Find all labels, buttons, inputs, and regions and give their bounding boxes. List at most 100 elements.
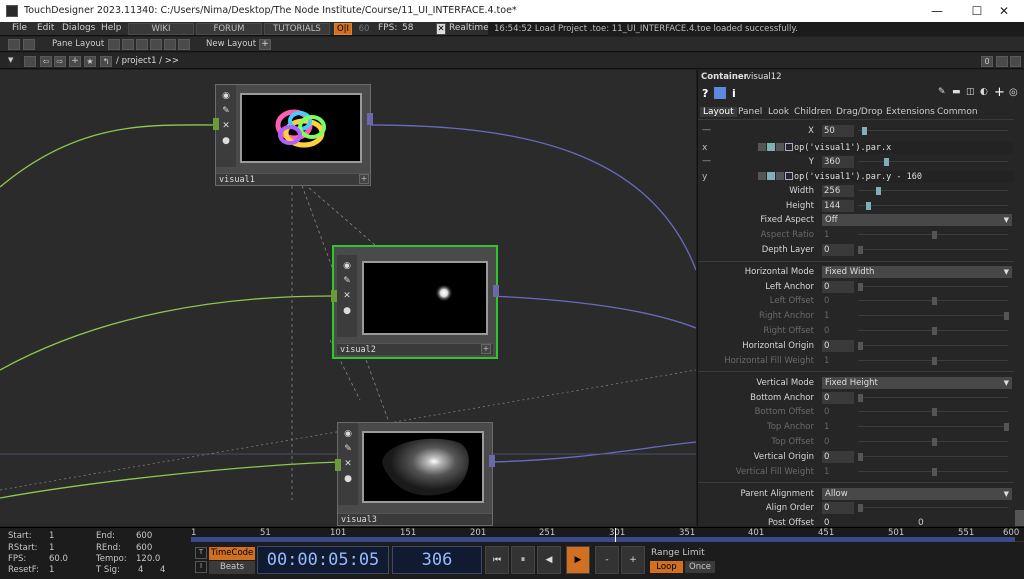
- node-name-visual1[interactable]: visual1: [216, 173, 370, 185]
- param-height-slider[interactable]: [858, 202, 1008, 210]
- tab-children[interactable]: Children: [794, 107, 831, 117]
- pane-split-icon[interactable]: [996, 56, 1008, 67]
- param-left-anchor[interactable]: Left Anchor 0: [698, 280, 1014, 294]
- mode-bind-icon[interactable]: [785, 172, 793, 180]
- input-connector[interactable]: [331, 290, 337, 302]
- bypass-icon[interactable]: ✕: [342, 291, 352, 301]
- param-left-anchor-slider[interactable]: [858, 283, 1008, 291]
- lock-icon[interactable]: ●: [342, 306, 352, 316]
- pane-home-icon[interactable]: [23, 39, 35, 50]
- node-name-visual2[interactable]: visual2: [337, 343, 493, 355]
- playhead[interactable]: [615, 528, 616, 542]
- param-y-expr[interactable]: op('visual1').par.y - 160: [794, 171, 1014, 183]
- edit-icon[interactable]: ✎: [938, 87, 946, 97]
- param-horizontal-origin-value[interactable]: 0: [822, 340, 854, 352]
- param-bottom-anchor-slider[interactable]: [858, 394, 1008, 402]
- node-add-button[interactable]: +: [481, 344, 491, 354]
- viewer-icon[interactable]: ◉: [342, 261, 352, 271]
- rend-value[interactable]: 600: [136, 543, 152, 553]
- info-icon[interactable]: i: [732, 87, 736, 100]
- param-vertical-origin-slider[interactable]: [858, 453, 1008, 461]
- param-vertical-origin-value[interactable]: 0: [822, 451, 854, 463]
- lock-icon[interactable]: ●: [343, 474, 353, 484]
- mode-constant-icon[interactable]: [758, 143, 766, 151]
- pin-icon[interactable]: ✎: [221, 106, 231, 116]
- param-depth-layer-slider[interactable]: [858, 246, 1008, 254]
- pin-icon[interactable]: ✎: [342, 276, 352, 286]
- comment-icon[interactable]: ▬: [952, 87, 961, 97]
- tsig-denominator[interactable]: 4: [160, 565, 165, 575]
- bypass-icon[interactable]: ✕: [221, 121, 231, 131]
- add-layout-button[interactable]: +: [259, 39, 271, 50]
- param-x-expr[interactable]: op('visual1').par.x: [794, 142, 1014, 154]
- param-vertical-mode[interactable]: Vertical Mode Fixed Height ▼: [698, 376, 1014, 390]
- mode-export-icon[interactable]: [776, 143, 784, 151]
- tab-layout[interactable]: Layout: [700, 107, 737, 117]
- node-add-button[interactable]: +: [359, 174, 369, 184]
- python-help-icon[interactable]: [714, 87, 726, 99]
- param-height-value[interactable]: 144: [822, 200, 854, 212]
- menu-dialogs[interactable]: Dialogs: [62, 23, 95, 33]
- add-icon[interactable]: +: [69, 56, 81, 67]
- param-y-slider[interactable]: [858, 158, 1008, 166]
- mode-export-icon[interactable]: [776, 172, 784, 180]
- param-align-order[interactable]: Align Order 0: [698, 501, 1014, 515]
- network-editor[interactable]: ◉ ✎ ✕ ● visual1 + ◉ ✎ ✕ ● visual2 + ◉ ✎ …: [0, 70, 696, 526]
- bookmark-star-icon[interactable]: ★: [84, 56, 96, 67]
- pane-menu-icon[interactable]: ▼: [8, 56, 20, 67]
- param-x-value[interactable]: 50: [822, 125, 854, 137]
- mode-expression-icon[interactable]: [767, 172, 775, 180]
- settings-icon[interactable]: ◎: [1009, 87, 1018, 98]
- input-connector[interactable]: [213, 118, 219, 130]
- step-forward-button[interactable]: +: [621, 546, 645, 574]
- step-back-button[interactable]: -: [595, 546, 619, 574]
- add-parameter-icon[interactable]: +: [994, 85, 1005, 100]
- rstart-value[interactable]: 1: [49, 543, 54, 553]
- param-post-offset[interactable]: Post Offset 0 0: [698, 516, 1014, 526]
- param-x[interactable]: — X 50: [698, 124, 1014, 138]
- menu-edit[interactable]: Edit: [37, 23, 54, 33]
- param-y-expression[interactable]: y op('visual1').par.y - 160: [698, 170, 1014, 184]
- parameter-mode-icon[interactable]: ◐: [980, 87, 988, 97]
- rewind-to-start-button[interactable]: ⏮: [485, 546, 509, 574]
- node-visual1[interactable]: ◉ ✎ ✕ ● visual1 +: [213, 84, 373, 186]
- param-horizontal-mode[interactable]: Horizontal Mode Fixed Width ▼: [698, 265, 1014, 279]
- help-icon[interactable]: ?: [702, 87, 708, 100]
- wiki-button[interactable]: WIKI: [128, 23, 194, 35]
- param-vertical-origin[interactable]: Vertical Origin 0: [698, 450, 1014, 464]
- pane-layout-label[interactable]: Pane Layout: [52, 39, 104, 50]
- minimize-button[interactable]: —: [917, 2, 957, 20]
- fps-value[interactable]: 60.0: [49, 554, 68, 564]
- new-layout-label[interactable]: New Layout: [206, 39, 256, 50]
- layout-split-1-icon[interactable]: [108, 39, 120, 50]
- param-fixed-aspect[interactable]: Fixed Aspect Off ▼: [698, 213, 1014, 227]
- forward-icon[interactable]: ⇨: [54, 56, 66, 67]
- param-bottom-anchor-value[interactable]: 0: [822, 392, 854, 404]
- param-align-order-slider[interactable]: [858, 504, 1008, 512]
- pin-icon[interactable]: ✎: [343, 444, 353, 454]
- param-depth-layer[interactable]: Depth Layer 0: [698, 243, 1014, 257]
- output-connector[interactable]: [493, 285, 499, 297]
- param-width[interactable]: Width 256: [698, 184, 1014, 198]
- bypass-icon[interactable]: ✕: [343, 459, 353, 469]
- network-path[interactable]: / project1 / >>: [116, 56, 179, 67]
- play-forward-button[interactable]: ▶: [566, 546, 590, 574]
- param-parent-alignment-menu[interactable]: Allow ▼: [822, 488, 1012, 500]
- param-depth-layer-value[interactable]: 0: [822, 244, 854, 256]
- resetf-value[interactable]: 1: [49, 565, 54, 575]
- param-fixed-aspect-menu[interactable]: Off ▼: [822, 214, 1012, 226]
- node-name-visual3[interactable]: visual3: [338, 513, 492, 525]
- viewer-icon[interactable]: ◉: [343, 429, 353, 439]
- perform-mode-button[interactable]: O|I: [334, 23, 352, 35]
- realtime-checkbox[interactable]: ✕: [436, 23, 446, 35]
- pane-icon[interactable]: [8, 39, 20, 50]
- tab-panel[interactable]: Panel: [738, 107, 762, 117]
- network-icon[interactable]: [24, 56, 36, 67]
- param-left-anchor-value[interactable]: 0: [822, 281, 854, 293]
- forum-button[interactable]: FORUM: [196, 23, 262, 35]
- layout-split-6-icon[interactable]: [178, 39, 190, 50]
- param-horizontal-origin[interactable]: Horizontal Origin 0: [698, 339, 1014, 353]
- mode-bind-icon[interactable]: [785, 143, 793, 151]
- menu-file[interactable]: File: [12, 23, 27, 33]
- frame-display[interactable]: 306: [392, 546, 482, 574]
